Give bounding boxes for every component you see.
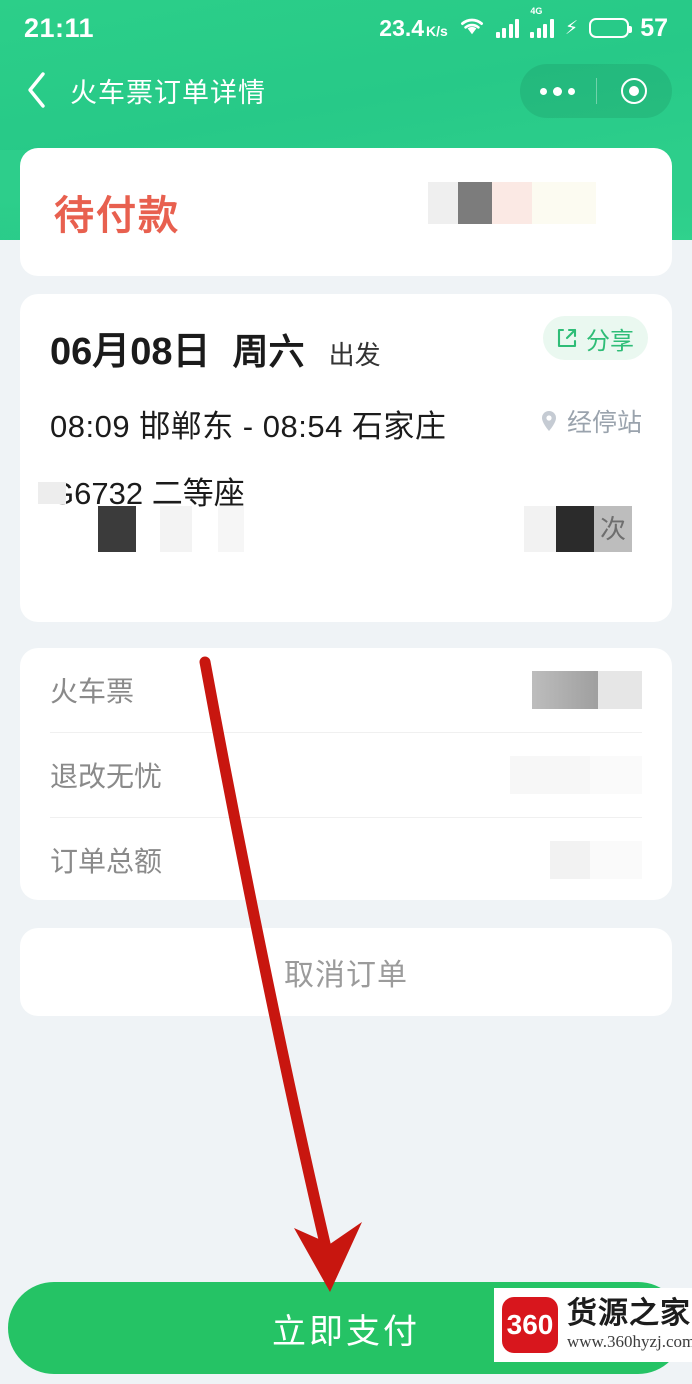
pay-now-label: 立即支付	[272, 1312, 420, 1351]
watermark: 360 货源之家 www.360hyzj.com	[494, 1288, 692, 1362]
back-button[interactable]	[8, 71, 64, 109]
price-breakdown-card: 火车票 退改无忧 订单总额	[20, 648, 672, 900]
target-circle-icon	[621, 78, 648, 104]
order-detail-screen: 21:11 23.4 K/s 4G ⚡ 57 火车票订单详情 待付款 06月08…	[0, 0, 692, 1384]
trip-route-text: 08:09 邯郸东 - 08:54 石家庄	[50, 409, 447, 444]
watermark-logo: 360	[502, 1297, 558, 1353]
price-value-total-redacted	[550, 841, 642, 879]
stops-button[interactable]: 经停站	[539, 403, 642, 439]
order-status-label: 待付款	[54, 194, 180, 238]
chevron-left-icon	[28, 72, 45, 108]
battery-icon	[589, 18, 633, 38]
order-status-redacted-value	[428, 182, 646, 224]
share-button[interactable]: 分享	[543, 316, 648, 360]
price-label-ticket: 火车票	[50, 676, 135, 707]
price-value-ticket-redacted	[532, 671, 642, 709]
trip-info-card[interactable]: 06月08日 周六 出发 分享 08:09 邯郸东 - 08:54 石家庄 经停…	[20, 294, 672, 622]
trip-route-row: 08:09 邯郸东 - 08:54 石家庄 经停站	[50, 401, 642, 446]
stops-label: 经停站	[566, 409, 642, 437]
price-label-refund-insurance: 退改无忧	[50, 761, 163, 792]
location-pin-icon	[541, 411, 556, 431]
wifi-icon	[459, 16, 485, 41]
trip-date-row: 06月08日 周六 出发 分享	[50, 316, 648, 375]
status-clock: 21:11	[24, 12, 95, 43]
trip-depart-label: 出发	[328, 340, 381, 370]
trip-weekday: 周六	[232, 331, 305, 372]
network-type-label: 4G	[530, 6, 543, 16]
price-row-refund-insurance: 退改无忧	[50, 733, 642, 818]
passenger-redacted-fragment: 次	[594, 506, 632, 552]
more-dots-icon	[540, 86, 576, 96]
watermark-url: www.360hyzj.com	[567, 1331, 692, 1351]
watermark-text: 货源之家 www.360hyzj.com	[567, 1298, 692, 1352]
capsule-menu-button[interactable]	[520, 86, 596, 96]
trip-date: 06月08日	[50, 331, 211, 373]
price-value-refund-insurance-redacted	[510, 756, 642, 794]
passenger-redacted-row: 次	[50, 506, 642, 558]
charging-bolt-icon: ⚡	[564, 17, 579, 39]
status-indicators: 23.4 K/s 4G ⚡ 57	[379, 7, 668, 43]
network-speed-unit: K/s	[426, 22, 448, 39]
price-row-ticket: 火车票	[50, 648, 642, 733]
cellular-signal-4g-icon: 4G	[530, 7, 554, 38]
page-title: 火车票订单详情	[70, 77, 266, 108]
battery-percent-label: 57	[640, 13, 668, 42]
watermark-title: 货源之家	[567, 1297, 691, 1331]
share-button-label: 分享	[586, 327, 634, 355]
cellular-signal-icon	[495, 18, 520, 38]
network-speed-indicator: 23.4 K/s	[379, 15, 448, 42]
price-label-total: 订单总额	[50, 846, 163, 877]
price-row-total: 订单总额	[50, 818, 642, 902]
share-icon	[557, 328, 577, 348]
order-status-card: 待付款	[20, 148, 672, 276]
capsule-close-button[interactable]	[597, 78, 673, 104]
network-speed-value: 23.4	[379, 14, 425, 41]
status-bar: 21:11 23.4 K/s 4G ⚡ 57	[0, 0, 692, 56]
miniprogram-capsule	[520, 64, 672, 118]
nav-bar: 火车票订单详情	[0, 56, 692, 124]
cancel-order-button[interactable]: 取消订单	[20, 928, 672, 1016]
cancel-order-label: 取消订单	[284, 959, 408, 992]
